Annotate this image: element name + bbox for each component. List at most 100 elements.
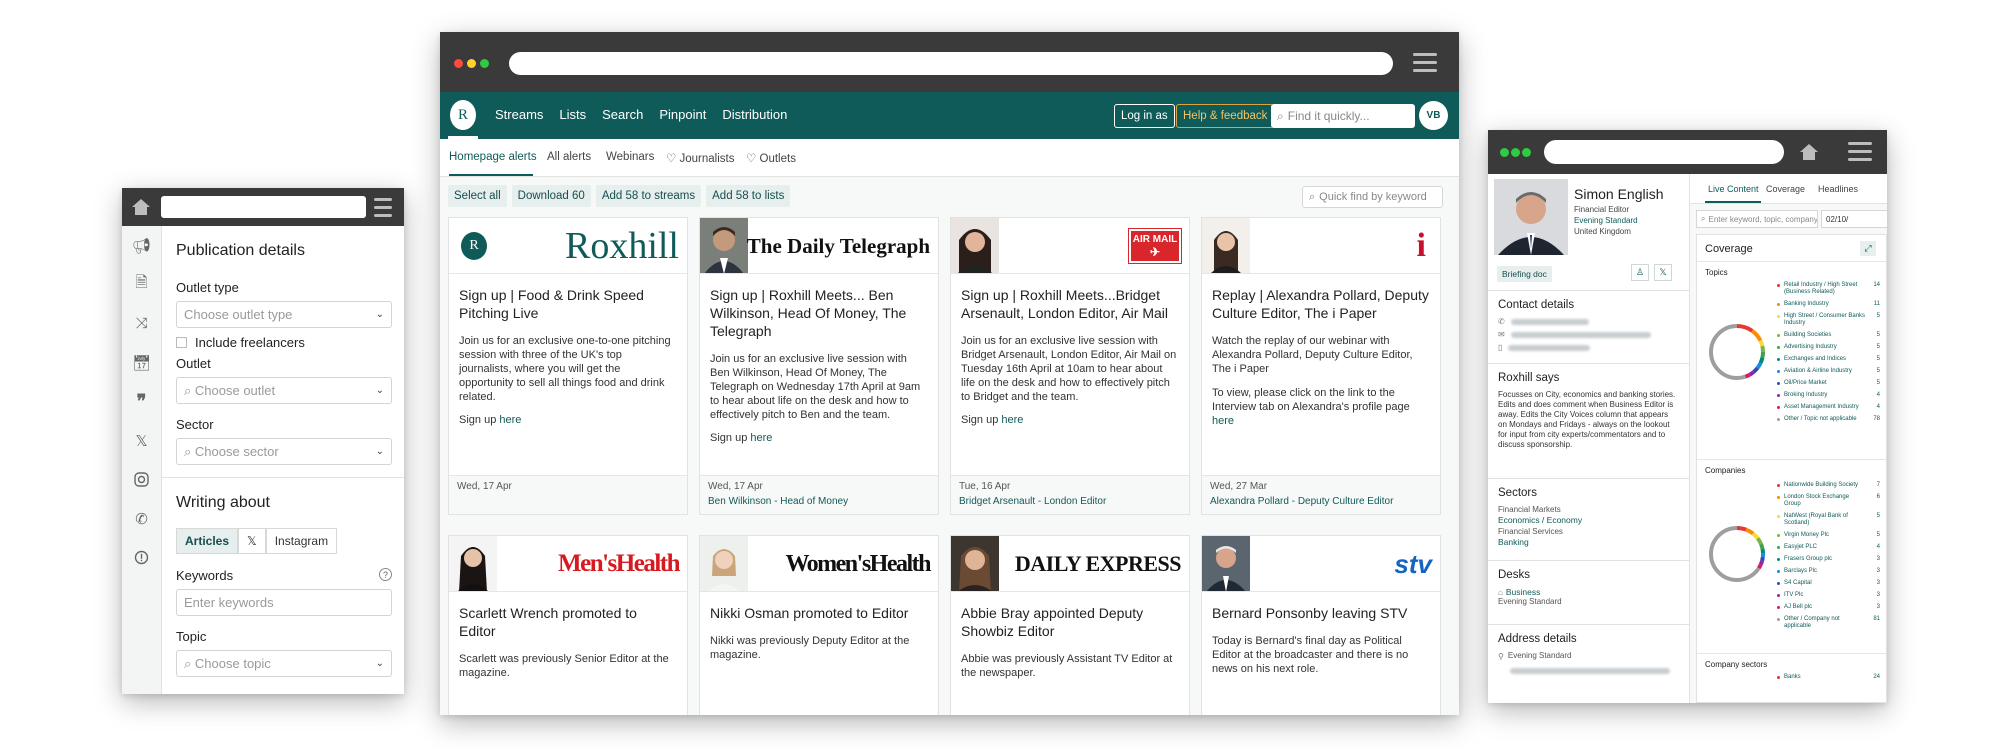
phone-icon[interactable]: ✆ — [122, 499, 161, 538]
tab-articles[interactable]: Articles — [176, 528, 239, 554]
coverage-list-item[interactable]: Banks 24 — [1777, 674, 1880, 681]
tab-all-alerts[interactable]: All alerts — [547, 151, 591, 163]
tab-instagram[interactable]: Instagram — [265, 528, 338, 554]
topic-select[interactable]: ⌕ Choose topic ⌄ — [176, 650, 392, 677]
nav-lists[interactable]: Lists — [559, 107, 586, 122]
tab-outlets[interactable]: ♡ Outlets — [746, 151, 796, 165]
tab-journalists[interactable]: ♡ Journalists — [666, 151, 734, 165]
tab-x[interactable]: 𝕏 — [238, 528, 266, 554]
coverage-list-item[interactable]: Easyjet PLC 4 — [1777, 544, 1880, 551]
coverage-list-item[interactable]: Oil/Price Market 5 — [1777, 380, 1880, 387]
coverage-list-item[interactable]: Other / Topic not applicable 78 — [1777, 416, 1880, 423]
coverage-list-item[interactable]: Nationwide Building Society 7 — [1777, 482, 1880, 489]
coverage-list-item[interactable]: AJ Bell plc 3 — [1777, 604, 1880, 611]
roxhill-logo[interactable]: R — [450, 100, 476, 130]
journalist-link[interactable]: Bridget Arsenault - London Editor — [959, 496, 1181, 507]
alert-card[interactable]: i Replay | Alexandra Pollard, Deputy Cul… — [1201, 217, 1441, 515]
quick-search-input[interactable]: ⌕ Find it quickly... — [1271, 104, 1415, 128]
include-freelancers-checkbox[interactable]: Include freelancers — [176, 335, 392, 350]
menu-icon[interactable] — [374, 198, 392, 222]
maximize-dot[interactable] — [480, 59, 489, 68]
nav-streams[interactable]: Streams — [495, 107, 543, 122]
content-search-input[interactable]: ⌕ Enter keyword, topic, company — [1696, 210, 1818, 228]
journalist-link[interactable]: Alexandra Pollard - Deputy Culture Edito… — [1210, 496, 1432, 507]
coverage-list-item[interactable]: Retail Industry / High Street (Business … — [1777, 282, 1880, 296]
document-icon[interactable]: 🗎 — [122, 265, 161, 304]
home-icon[interactable] — [1799, 143, 1819, 161]
nav-pinpoint[interactable]: Pinpoint — [659, 107, 706, 122]
date-input[interactable]: 02/10/ — [1821, 210, 1887, 228]
x-icon[interactable]: 𝕏 — [122, 421, 161, 460]
nav-distribution[interactable]: Distribution — [722, 107, 787, 122]
desk-name[interactable]: Business — [1506, 587, 1541, 597]
address-bar[interactable] — [509, 52, 1393, 75]
add-to-streams-button[interactable]: Add 58 to streams — [595, 185, 702, 207]
menu-icon[interactable] — [1413, 53, 1437, 77]
expand-icon[interactable]: ⤢ — [1860, 241, 1876, 256]
coverage-list-item[interactable]: Banking Industry 11 — [1777, 301, 1880, 308]
journalist-link[interactable]: Ben Wilkinson - Head of Money — [708, 496, 930, 507]
tab-homepage-alerts[interactable]: Homepage alerts — [449, 151, 537, 163]
quick-find-input[interactable]: ⌕ Quick find by keyword — [1302, 186, 1443, 208]
quote-icon[interactable]: ❞ — [122, 382, 161, 421]
coverage-list-item[interactable]: S4 Capital 3 — [1777, 580, 1880, 587]
alert-card[interactable]: stv Bernard Ponsonby leaving STV Today i… — [1201, 535, 1441, 715]
coverage-list-item[interactable]: Aviation & Airline Industry 5 — [1777, 368, 1880, 375]
profile-link[interactable]: here — [1212, 415, 1234, 427]
coverage-list-item[interactable]: ITV Plc 3 — [1777, 592, 1880, 599]
signup-link[interactable]: here — [750, 432, 772, 444]
coverage-list-item[interactable]: Advertising Industry 5 — [1777, 344, 1880, 351]
alert-card[interactable]: Women'sHealth Nikki Osman promoted to Ed… — [699, 535, 939, 715]
log-in-as-button[interactable]: Log in as — [1114, 104, 1175, 128]
download-button[interactable]: Download 60 — [511, 185, 591, 207]
coverage-list-item[interactable]: Exchanges and Indices 5 — [1777, 356, 1880, 363]
calendar-icon[interactable]: 📅︎ — [122, 343, 161, 382]
alert-card[interactable]: DAILY EXPRESS Abbie Bray appointed Deput… — [950, 535, 1190, 715]
alert-card[interactable]: R Roxhill Sign up | Food & Drink Speed P… — [448, 217, 688, 515]
shuffle-icon[interactable]: ⤨ — [122, 304, 161, 343]
coverage-list-item[interactable]: Other / Company not applicable 81 — [1777, 616, 1880, 630]
sector-item[interactable]: Banking — [1498, 537, 1679, 547]
alert-card[interactable]: Men'sHealth Scarlett Wrench promoted to … — [448, 535, 688, 715]
alert-card[interactable]: The Daily Telegraph Sign up | Roxhill Me… — [699, 217, 939, 515]
help-icon[interactable]: ? — [379, 568, 392, 581]
coverage-list-item[interactable]: Broking Industry 4 — [1777, 392, 1880, 399]
add-to-lists-button[interactable]: Add 58 to lists — [706, 185, 791, 207]
briefing-doc-button[interactable]: Briefing doc — [1497, 266, 1552, 282]
sector-select[interactable]: ⌕ Choose sector ⌄ — [176, 438, 392, 465]
tab-live-content[interactable]: Live Content — [1708, 184, 1759, 194]
journalist-outlet[interactable]: Evening Standard — [1574, 216, 1638, 225]
coverage-list-item[interactable]: Virgin Money Plc 5 — [1777, 532, 1880, 539]
signup-link[interactable]: here — [499, 414, 521, 426]
help-feedback-button[interactable]: Help & feedback — [1176, 104, 1275, 128]
tab-headlines[interactable]: Headlines — [1818, 184, 1858, 194]
coverage-list-item[interactable]: High Street / Consumer Banks Industry 5 — [1777, 313, 1880, 327]
nav-search[interactable]: Search — [602, 107, 643, 122]
address-bar[interactable] — [1544, 140, 1784, 164]
instagram-icon[interactable] — [122, 460, 161, 499]
checkbox-box[interactable] — [176, 337, 187, 348]
coverage-list-item[interactable]: NatWest (Royal Bank of Scotland) 5 — [1777, 513, 1880, 527]
green-dot[interactable] — [1522, 148, 1531, 157]
keywords-input[interactable]: Enter keywords — [176, 589, 392, 616]
outlet-select[interactable]: ⌕ Choose outlet ⌄ — [176, 377, 392, 404]
menu-icon[interactable] — [1848, 142, 1872, 166]
minimize-dot[interactable] — [467, 59, 476, 68]
signup-link[interactable]: here — [1001, 414, 1023, 426]
close-dot[interactable] — [454, 59, 463, 68]
coverage-list-item[interactable]: Barclays Plc 3 — [1777, 568, 1880, 575]
select-all-button[interactable]: Select all — [448, 185, 507, 207]
green-dot[interactable] — [1511, 148, 1520, 157]
tab-coverage[interactable]: Coverage — [1766, 184, 1805, 194]
green-dot[interactable] — [1500, 148, 1509, 157]
coverage-list-item[interactable]: Building Societies 5 — [1777, 332, 1880, 339]
outlet-type-select[interactable]: Choose outlet type ⌄ — [176, 301, 392, 328]
megaphone-icon[interactable]: 📢︎ — [122, 226, 161, 265]
coverage-list-item[interactable]: Asset Management Industry 4 — [1777, 404, 1880, 411]
address-bar[interactable] — [161, 196, 366, 218]
alert-icon[interactable] — [122, 538, 161, 577]
home-icon[interactable] — [131, 198, 151, 216]
x-icon[interactable]: 𝕏 — [1654, 264, 1672, 281]
coverage-list-item[interactable]: Frasers Group plc 3 — [1777, 556, 1880, 563]
sector-item[interactable]: Economics / Economy — [1498, 515, 1679, 525]
